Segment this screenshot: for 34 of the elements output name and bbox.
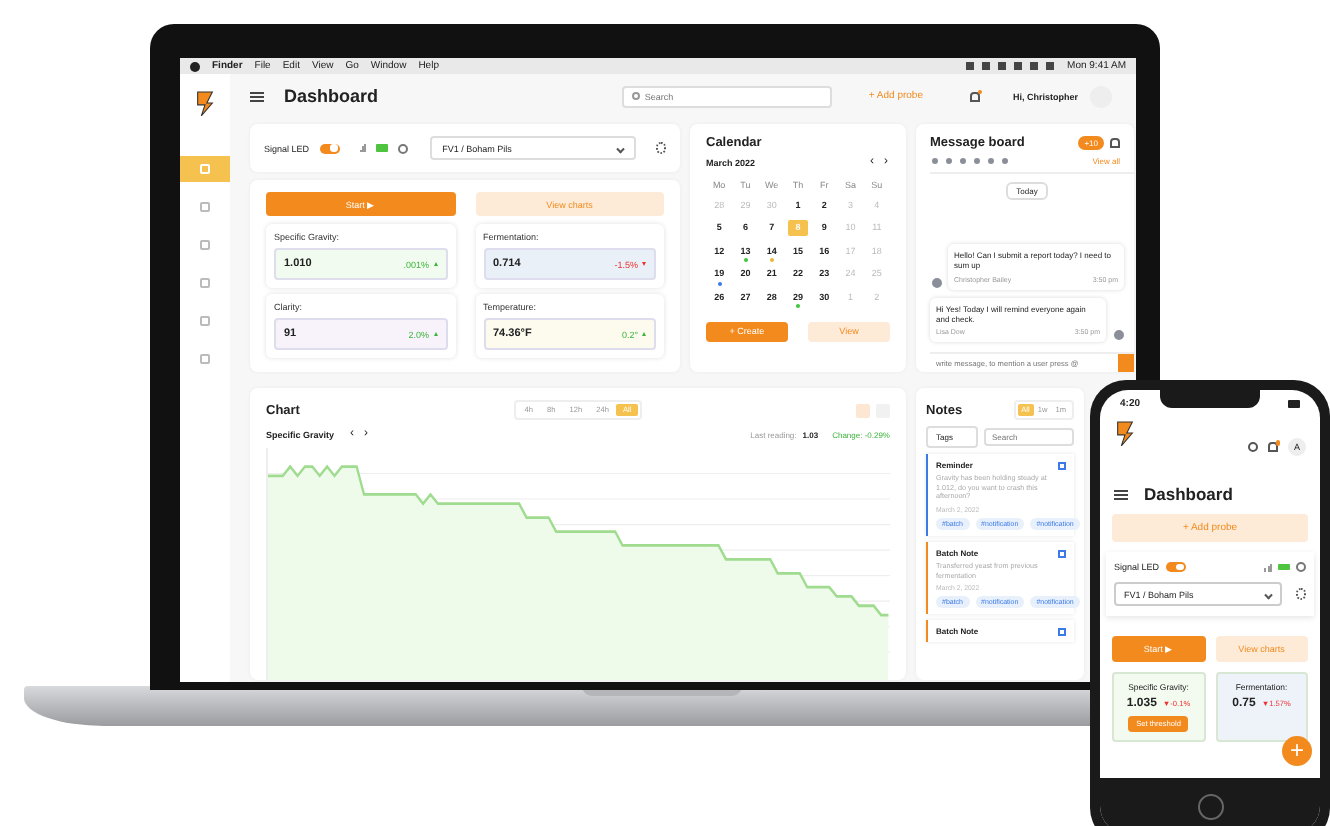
bell-icon[interactable] (1110, 138, 1120, 148)
bell-icon[interactable] (1268, 442, 1278, 452)
signal-icon (1264, 563, 1272, 571)
add-button[interactable]: + (1282, 736, 1312, 766)
logo-icon (1114, 420, 1136, 446)
battery-icon (1278, 563, 1290, 571)
home-button[interactable] (1197, 793, 1223, 819)
settings-icon[interactable] (655, 142, 666, 154)
signal-icon (359, 144, 367, 152)
battery-icon (376, 144, 389, 152)
clock-icon (398, 143, 409, 153)
bell-icon[interactable] (970, 91, 981, 101)
sidebar-item[interactable] (180, 156, 230, 182)
avatar (1112, 328, 1126, 342)
page-title: Dashboard (284, 86, 379, 106)
signal-toggle[interactable] (1165, 562, 1186, 572)
caret-icon (1264, 590, 1273, 598)
battery-icon (1288, 400, 1300, 408)
edit-icon[interactable] (1058, 549, 1066, 558)
search-icon[interactable] (1248, 442, 1258, 452)
logo-icon (194, 90, 216, 116)
status-icons-drawing (965, 62, 1056, 70)
caret-icon (616, 144, 625, 152)
signal-toggle[interactable] (319, 143, 340, 153)
page-title: Dashboard (1144, 484, 1233, 504)
edit-icon[interactable] (1058, 627, 1066, 636)
edit-icon[interactable] (1058, 461, 1066, 469)
menu-icon[interactable] (250, 91, 264, 101)
phone-notch (1160, 390, 1260, 408)
clock-icon (1296, 562, 1306, 572)
search-icon (632, 92, 641, 100)
avatar (930, 275, 944, 290)
menu-icon[interactable] (1114, 489, 1128, 499)
settings-icon[interactable] (1295, 588, 1306, 600)
